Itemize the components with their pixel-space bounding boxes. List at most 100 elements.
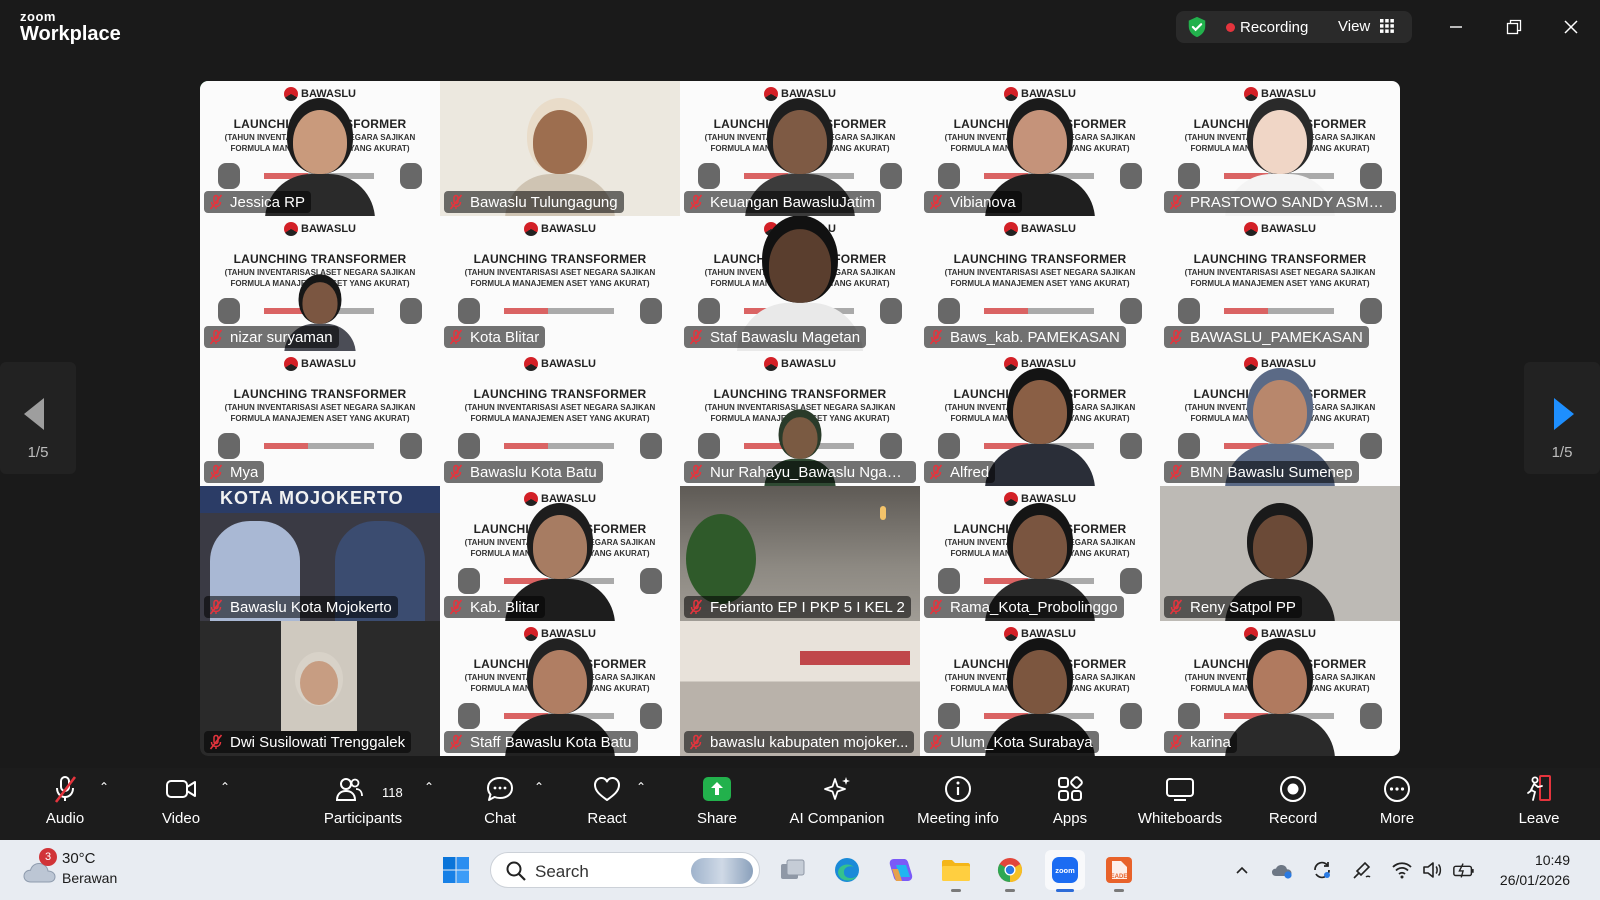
sync-tray[interactable] [1310, 858, 1334, 882]
participant-tile[interactable]: Reny Satpol PP [1160, 486, 1400, 621]
weather-widget[interactable]: 3 30°C Berawan [22, 848, 182, 890]
participant-tile[interactable]: BAWASLU LAUNCHING TRANSFORMER (TAHUN INVEN… [920, 81, 1160, 216]
volume-tray[interactable] [1420, 858, 1444, 882]
start-button[interactable] [436, 850, 476, 890]
participant-tile[interactable]: BAWASLU LAUNCHING TRANSFORMER (TAHUN INVEN… [920, 351, 1160, 486]
wifi-tray[interactable] [1390, 858, 1414, 882]
wifi-icon [1392, 862, 1412, 879]
onedrive-tray[interactable] [1270, 858, 1294, 882]
next-page-button[interactable]: 1/5 [1524, 362, 1600, 474]
participant-tile[interactable]: BAWASLU LAUNCHING TRANSFORMER (TAHUN INVEN… [200, 81, 440, 216]
poster-subtitle: (TAHUN INVENTARISASI ASET NEGARA SAJIKAN… [464, 268, 656, 288]
participant-tile[interactable]: BAWASLU LAUNCHING TRANSFORMER (TAHUN INVEN… [680, 216, 920, 351]
file-explorer-app[interactable] [936, 850, 976, 892]
participant-tile[interactable]: Febrianto EP I PKP 5 I KEL 2 [680, 486, 920, 621]
muted-mic-icon [928, 599, 944, 615]
participant-tile[interactable]: BAWASLU LAUNCHING TRANSFORMER (TAHUN INVEN… [920, 621, 1160, 756]
participant-name: Mya [230, 463, 259, 481]
participant-tile[interactable]: BAWASLU LAUNCHING TRANSFORMER (TAHUN INVEN… [1160, 81, 1400, 216]
logo-top: zoom [20, 9, 56, 24]
poster-org: BAWASLU [1261, 223, 1316, 235]
share-button[interactable]: Share [691, 772, 743, 836]
previous-page-button[interactable]: 1/5 [0, 362, 76, 474]
muted-mic-icon [448, 464, 464, 480]
close-icon [1564, 20, 1578, 34]
reader-app[interactable]: READER [1099, 850, 1139, 892]
mascot-right-image [1120, 703, 1142, 729]
record-button[interactable]: Record [1264, 772, 1322, 836]
participant-tile[interactable]: BAWASLU LAUNCHING TRANSFORMER (TAHUN INVEN… [1160, 351, 1400, 486]
zoom-app[interactable]: zoom [1045, 850, 1085, 892]
participant-name-label: Dwi Susilowati Trenggalek [204, 731, 412, 753]
leave-button[interactable]: Leave [1514, 772, 1564, 836]
copilot-app[interactable] [881, 850, 921, 890]
participant-name-label: Baws_kab. PAMEKASAN [924, 326, 1126, 348]
task-view-button[interactable] [773, 850, 813, 890]
react-options-caret-icon[interactable]: ⌃ [636, 780, 646, 794]
video-options-caret-icon[interactable]: ⌃ [220, 780, 230, 794]
participant-tile[interactable]: Bawaslu Tulungagung [440, 81, 680, 216]
show-hidden-icons-button[interactable] [1230, 858, 1254, 882]
participant-tile[interactable]: BAWASLU LAUNCHING TRANSFORMER (TAHUN INVEN… [680, 351, 920, 486]
muted-mic-icon [448, 194, 464, 210]
mascot-left-image [938, 163, 960, 189]
poster-org: BAWASLU [541, 358, 596, 370]
whiteboards-button[interactable]: Whiteboards [1135, 772, 1225, 836]
weather-temperature: 30°C [62, 850, 96, 867]
restore-button[interactable] [1499, 12, 1529, 42]
mascot-left-image [218, 433, 240, 459]
chat-label: Chat [484, 810, 516, 827]
apps-button[interactable]: Apps [1045, 772, 1095, 836]
participant-tile[interactable]: BAWASLU LAUNCHING TRANSFORMER (TAHUN INVEN… [440, 216, 680, 351]
more-button[interactable]: More [1372, 772, 1422, 836]
taskbar-search[interactable]: Search [490, 852, 760, 888]
video-button[interactable]: Video [155, 772, 207, 836]
view-button[interactable]: View [1338, 18, 1370, 35]
participant-tile[interactable]: Dwi Susilowati Trenggalek [200, 621, 440, 756]
participant-tile[interactable]: BAWASLU LAUNCHING TRANSFORMER (TAHUN INVEN… [920, 486, 1160, 621]
participants-options-caret-icon[interactable]: ⌃ [424, 780, 434, 794]
mascot-left-image [458, 298, 480, 324]
participant-tile[interactable]: KOTA MOJOKERTO Bawaslu Kota Mojokerto [200, 486, 440, 621]
poster-title: LAUNCHING TRANSFORMER [713, 387, 887, 401]
shield-check-icon[interactable] [1186, 16, 1208, 38]
close-button[interactable] [1556, 12, 1586, 42]
recording-label[interactable]: Recording [1240, 19, 1308, 36]
chat-options-caret-icon[interactable]: ⌃ [534, 780, 544, 794]
participant-name-label: Kab. Blitar [444, 596, 546, 618]
edge-app[interactable] [827, 850, 867, 890]
muted-mic-icon [688, 734, 704, 750]
poster-title: LAUNCHING TRANSFORMER [473, 252, 647, 266]
chat-button[interactable]: Chat [475, 772, 525, 836]
participants-label: Participants [323, 810, 403, 827]
ai-companion-button[interactable]: AI Companion [787, 772, 887, 836]
participant-tile[interactable]: BAWASLU LAUNCHING TRANSFORMER (TAHUN INVEN… [1160, 621, 1400, 756]
participant-tile[interactable]: BAWASLU LAUNCHING TRANSFORMER (TAHUN INVEN… [200, 351, 440, 486]
participants-button[interactable]: Participants [318, 772, 408, 836]
participant-tile[interactable]: BAWASLU LAUNCHING TRANSFORMER (TAHUN INVEN… [440, 351, 680, 486]
participant-tile[interactable]: BAWASLU LAUNCHING TRANSFORMER (TAHUN INVEN… [440, 621, 680, 756]
participant-tile[interactable]: BAWASLU LAUNCHING TRANSFORMER (TAHUN INVEN… [200, 216, 440, 351]
chrome-app[interactable] [990, 850, 1030, 892]
participant-tile[interactable]: BAWASLU LAUNCHING TRANSFORMER (TAHUN INVEN… [920, 216, 1160, 351]
battery-tray[interactable] [1452, 858, 1476, 882]
participant-tile[interactable]: bawaslu kabupaten mojoker... [680, 621, 920, 756]
muted-mic-icon [928, 464, 944, 480]
participant-tile[interactable]: BAWASLU LAUNCHING TRANSFORMER (TAHUN INVEN… [440, 486, 680, 621]
meeting-info-button[interactable]: Meeting info [912, 772, 1004, 836]
participant-name: Bawaslu Tulungagung [470, 193, 618, 211]
mascot-right-image [880, 298, 902, 324]
react-button[interactable]: React [582, 772, 632, 836]
participant-tile[interactable]: BAWASLU LAUNCHING TRANSFORMER (TAHUN INVEN… [680, 81, 920, 216]
system-clock[interactable]: 10:49 26/01/2026 [1500, 850, 1570, 890]
participant-name: karina [1190, 733, 1231, 751]
audio-button[interactable]: Audio [40, 772, 90, 836]
audio-options-caret-icon[interactable]: ⌃ [99, 780, 109, 794]
grid-view-icon[interactable] [1380, 19, 1394, 33]
participant-name: Kota Blitar [470, 328, 540, 346]
minimize-button[interactable] [1441, 12, 1471, 42]
info-icon [941, 772, 975, 806]
pen-input-tray[interactable] [1350, 858, 1374, 882]
poster-org: BAWASLU [781, 358, 836, 370]
participant-tile[interactable]: BAWASLU LAUNCHING TRANSFORMER (TAHUN INVEN… [1160, 216, 1400, 351]
